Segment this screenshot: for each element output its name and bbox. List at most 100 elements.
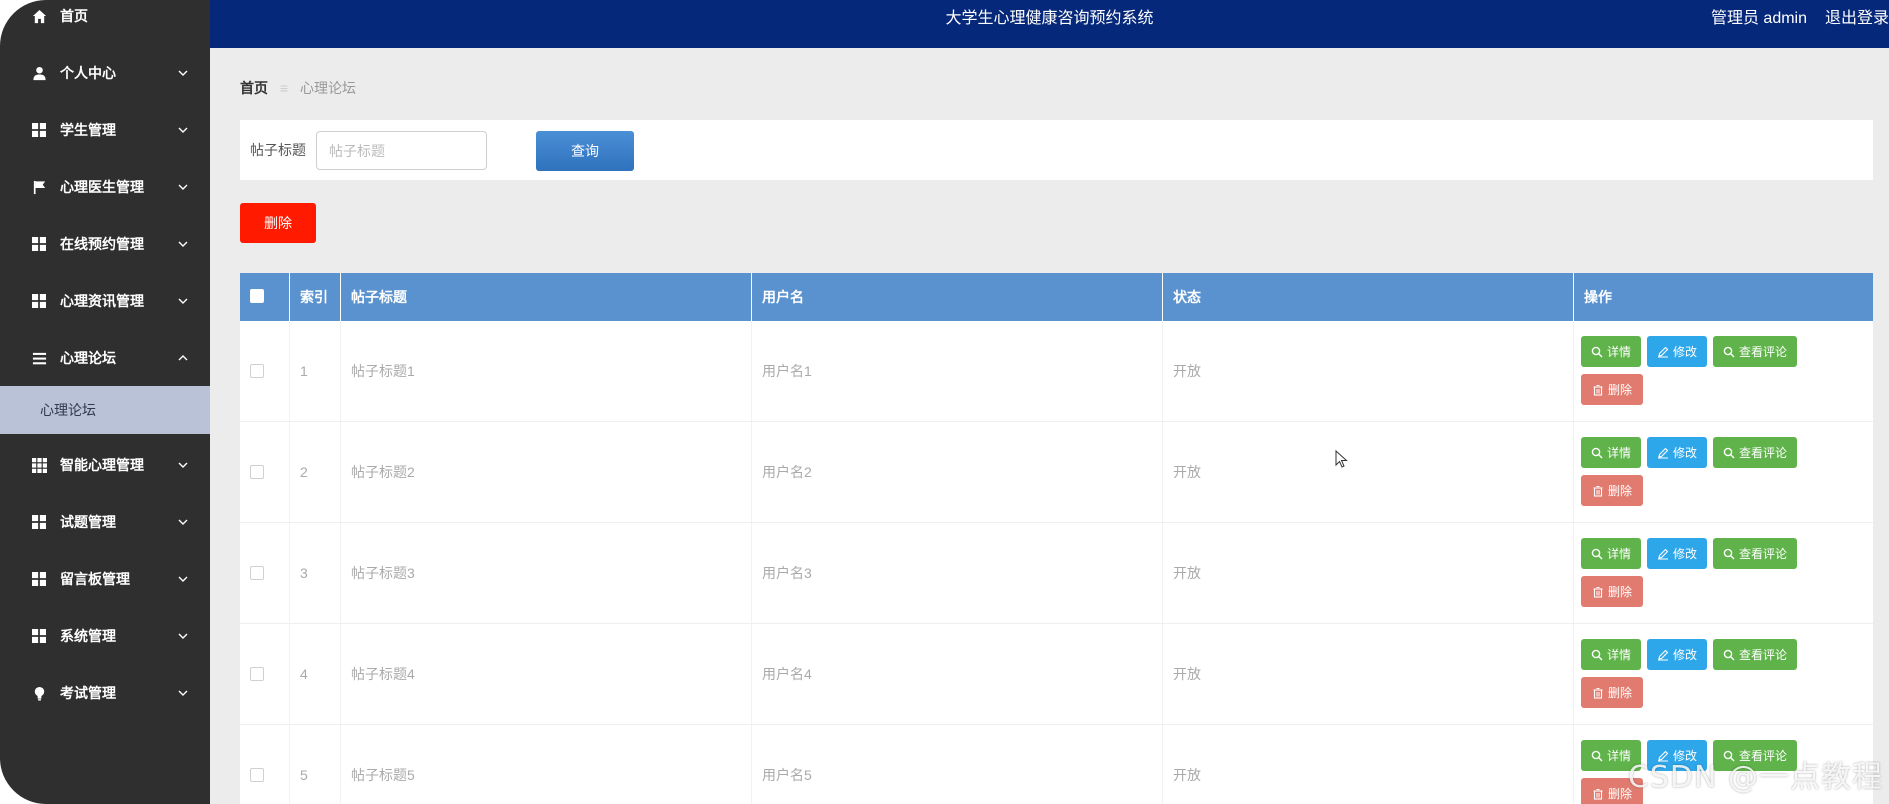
logout-link[interactable]: 退出登录 [1825,0,1889,38]
trash-icon [1592,485,1604,497]
sidebar-item-messages[interactable]: 留言板管理 [0,559,210,599]
row-checkbox[interactable] [250,667,264,681]
page-scrollbar[interactable] [1879,48,1889,804]
detail-button[interactable]: 详情 [1581,639,1641,670]
chevron-down-icon [178,70,188,76]
edit-button[interactable]: 修改 [1647,437,1707,468]
row-status: 开放 [1163,321,1574,421]
delete-row-button[interactable]: 删除 [1581,576,1643,607]
chevron-up-icon [178,355,188,361]
row-index: 4 [290,624,341,724]
sidebar-item-smart-psychology[interactable]: 智能心理管理 [0,445,210,485]
edit-button[interactable]: 修改 [1647,538,1707,569]
home-icon [31,8,47,24]
row-index: 3 [290,523,341,623]
chevron-down-icon [178,184,188,190]
row-checkbox[interactable] [250,768,264,782]
chevron-down-icon [178,576,188,582]
sidebar-item-news[interactable]: 心理资讯管理 [0,281,210,321]
delete-label: 删除 [1607,383,1632,397]
query-button[interactable]: 查询 [536,131,634,171]
chevron-down-icon [178,127,188,133]
sidebar-item-label: 心理资讯管理 [60,293,144,309]
watermark: CSDN @一点教程 [1627,760,1883,795]
main-content: 首页 ≡ 心理论坛 帖子标题 查询 删除 索引 帖子标题 用户名 状态 操作 1… [210,48,1889,804]
search-icon [1591,548,1603,560]
detail-label: 详情 [1606,345,1631,359]
view-comments-button[interactable]: 查看评论 [1713,336,1797,367]
chevron-down-icon [178,519,188,525]
view-comments-button[interactable]: 查看评论 [1713,639,1797,670]
row-checkbox[interactable] [250,364,264,378]
view-comments-label: 查看评论 [1738,446,1787,460]
breadcrumb: 首页 ≡ 心理论坛 [240,78,356,98]
chevron-down-icon [178,690,188,696]
row-status: 开放 [1163,725,1574,804]
row-username: 用户名2 [752,422,1163,522]
sidebar-item-students[interactable]: 学生管理 [0,110,210,150]
batch-delete-button[interactable]: 删除 [240,203,316,243]
row-select-cell [240,523,290,623]
edit-icon [1657,447,1669,459]
row-status: 开放 [1163,523,1574,623]
row-select-cell [240,321,290,421]
sidebar-item-personal-center[interactable]: 个人中心 [0,53,210,93]
view-comments-button[interactable]: 查看评论 [1713,437,1797,468]
sidebar-item-doctors[interactable]: 心理医生管理 [0,167,210,207]
grid-icon [31,628,47,644]
sidebar-item-label: 考试管理 [60,685,116,701]
header-title: 帖子标题 [341,273,752,321]
row-status: 开放 [1163,422,1574,522]
sidebar-item-label: 学生管理 [60,122,116,138]
mouse-cursor-icon [1335,450,1348,468]
chevron-down-icon [178,241,188,247]
row-username: 用户名5 [752,725,1163,804]
search-icon [1723,346,1735,358]
search-panel: 帖子标题 查询 [240,120,1873,180]
delete-label: 删除 [1607,686,1632,700]
row-index: 2 [290,422,341,522]
sidebar-item-label: 心理论坛 [60,350,116,366]
edit-button[interactable]: 修改 [1647,336,1707,367]
sidebar-item-questions[interactable]: 试题管理 [0,502,210,542]
row-index: 1 [290,321,341,421]
row-checkbox[interactable] [250,465,264,479]
detail-label: 详情 [1606,648,1631,662]
search-icon [1591,447,1603,459]
sidebar-subitem-forum[interactable]: 心理论坛 [0,386,210,434]
table-header: 索引 帖子标题 用户名 状态 操作 [240,273,1873,321]
view-comments-button[interactable]: 查看评论 [1713,538,1797,569]
trash-icon [1592,586,1604,598]
sidebar-item-appointments[interactable]: 在线预约管理 [0,224,210,264]
sidebar-item-forum[interactable]: 心理论坛 [0,338,210,378]
grid-icon [31,293,47,309]
table-row: 1 帖子标题1 用户名1 开放 详情 修改 查看评论 删除 [240,321,1873,422]
delete-row-button[interactable]: 删除 [1581,475,1643,506]
edit-icon [1657,548,1669,560]
breadcrumb-current: 心理论坛 [299,80,356,96]
sidebar-item-exams[interactable]: 考试管理 [0,673,210,713]
chevron-down-icon [178,462,188,468]
user-role: 管理员 admin [1710,10,1807,27]
select-all-checkbox[interactable] [250,289,264,303]
table-icon [31,457,47,473]
delete-row-button[interactable]: 删除 [1581,677,1643,708]
row-title: 帖子标题2 [341,422,752,522]
app-title: 大学生心理健康咨询预约系统 [945,10,1154,27]
detail-button[interactable]: 详情 [1581,437,1641,468]
title-search-input[interactable] [316,131,487,170]
edit-label: 修改 [1672,547,1697,561]
sidebar-item-label: 试题管理 [60,514,116,530]
trash-icon [1592,384,1604,396]
sidebar-item-system[interactable]: 系统管理 [0,616,210,656]
edit-icon [1657,346,1669,358]
breadcrumb-home[interactable]: 首页 [240,80,268,96]
edit-button[interactable]: 修改 [1647,639,1707,670]
delete-row-button[interactable]: 删除 [1581,374,1643,405]
detail-button[interactable]: 详情 [1581,538,1641,569]
sidebar-item-home[interactable]: 首页 [0,0,210,36]
search-label: 帖子标题 [250,142,306,158]
row-select-cell [240,422,290,522]
detail-button[interactable]: 详情 [1581,336,1641,367]
row-checkbox[interactable] [250,566,264,580]
